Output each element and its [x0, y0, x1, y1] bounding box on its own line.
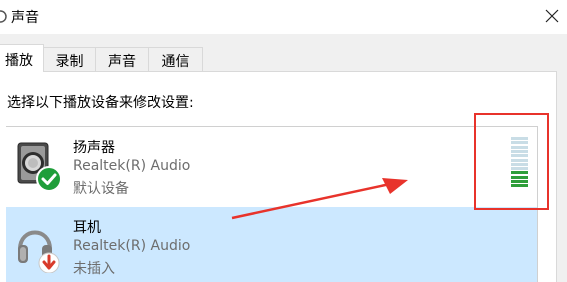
device-driver: Realtek(R) Audio — [73, 158, 191, 174]
window-title: 声音 — [11, 10, 39, 26]
tab-communications[interactable]: 通信 — [148, 47, 203, 71]
headphones-icon — [16, 217, 62, 274]
close-icon — [545, 9, 558, 23]
speaker-icon — [16, 137, 62, 193]
title-bar: 声音 — [0, 0, 567, 34]
close-button[interactable] — [536, 0, 567, 32]
annotation-arrow-icon — [231, 178, 408, 220]
device-name: 扬声器 — [73, 140, 115, 156]
checkmark-badge-icon — [36, 166, 62, 192]
device-name: 耳机 — [73, 220, 101, 236]
annotation-highlight-box — [474, 113, 549, 210]
instruction-text: 选择以下播放设备来修改设置: — [7, 95, 194, 111]
tab-playback[interactable]: 播放 — [0, 44, 44, 72]
speaker-app-icon — [0, 10, 7, 23]
device-status: 默认设备 — [73, 181, 129, 197]
unplugged-badge-icon — [38, 252, 60, 274]
tab-recording[interactable]: 录制 — [43, 47, 96, 71]
tab-sounds[interactable]: 声音 — [95, 47, 149, 71]
device-status: 未插入 — [73, 261, 115, 277]
device-driver: Realtek(R) Audio — [73, 238, 191, 254]
